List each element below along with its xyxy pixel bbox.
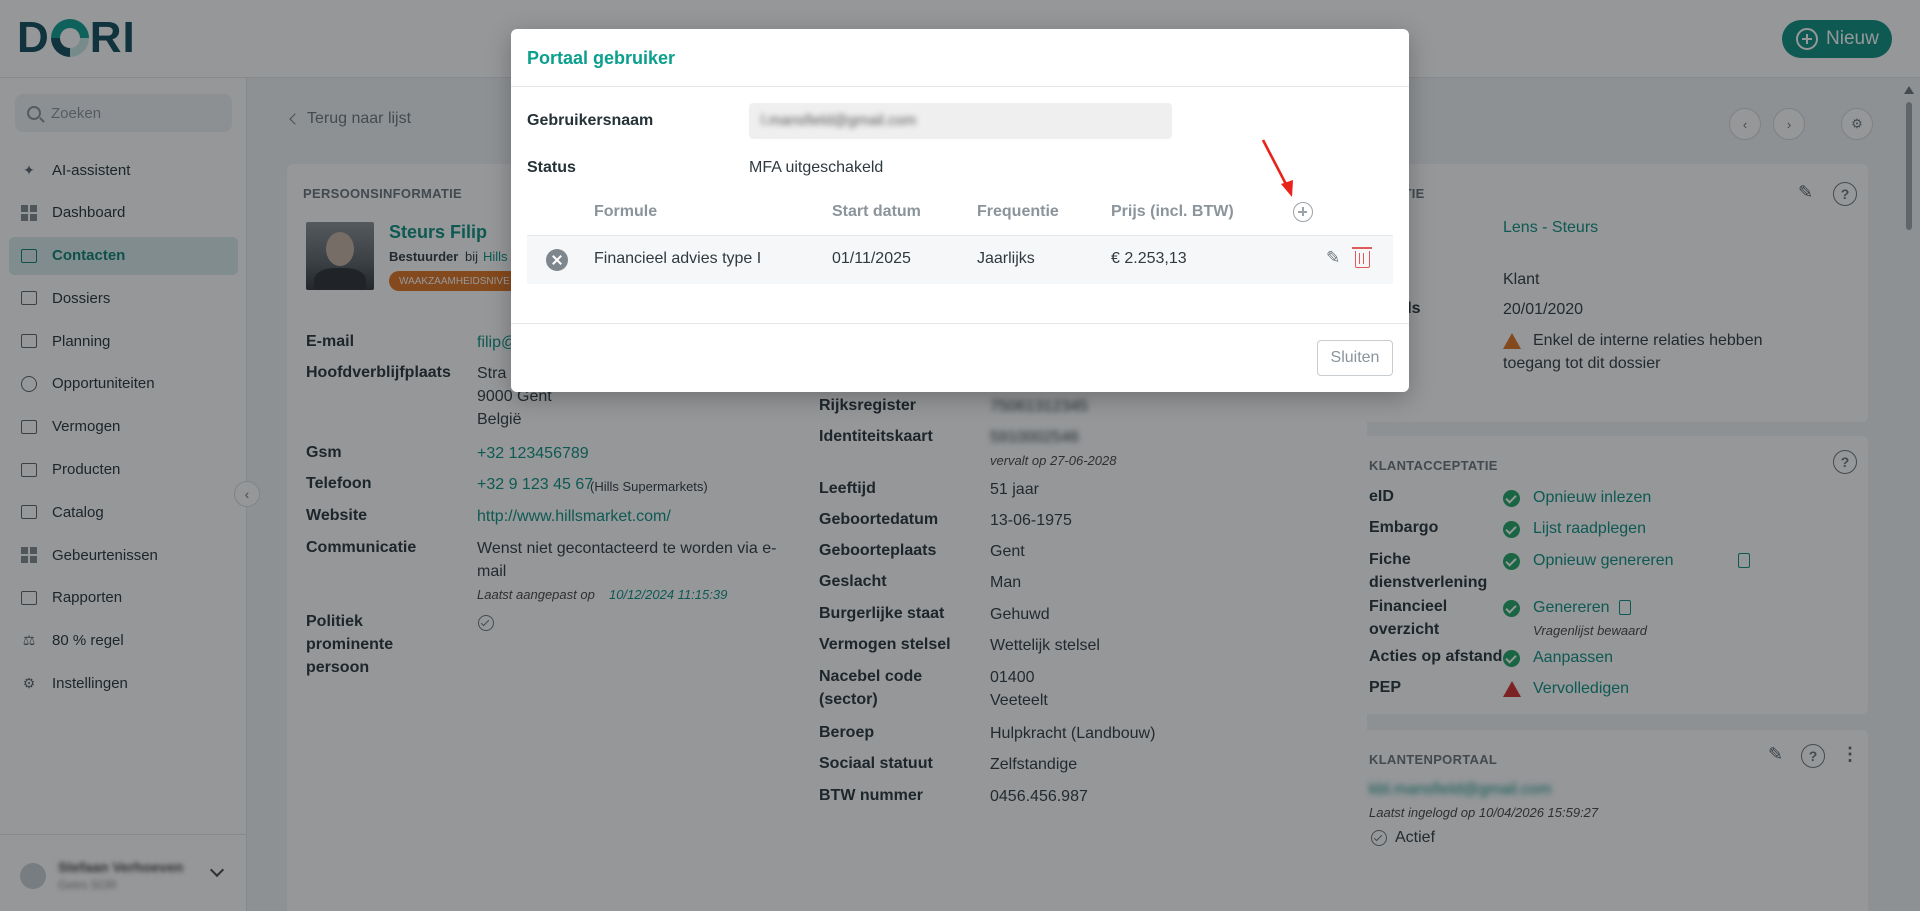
row-frequency: Jaarlijks bbox=[977, 250, 1035, 267]
add-formula-icon[interactable] bbox=[1293, 202, 1313, 222]
username-field[interactable]: l.mansfield@gmail.com bbox=[749, 103, 1172, 139]
row-formula: Financieel advies type I bbox=[594, 250, 762, 267]
modal-title: Portaal gebruiker bbox=[527, 48, 676, 68]
row-price: € 2.253,13 bbox=[1111, 250, 1187, 267]
annotation-arrow-icon bbox=[1261, 139, 1293, 197]
modal-footer-divider bbox=[511, 323, 1409, 324]
remove-row-icon[interactable] bbox=[546, 249, 568, 271]
username-value: l.mansfield@gmail.com bbox=[761, 112, 917, 129]
edit-pencil-icon[interactable]: ✎ bbox=[1326, 248, 1340, 268]
column-header-frequency: Frequentie bbox=[977, 203, 1059, 220]
column-header-formula: Formule bbox=[594, 203, 658, 220]
row-start-date: 01/11/2025 bbox=[832, 250, 911, 267]
column-header-price: Prijs (incl. BTW) bbox=[1111, 203, 1234, 220]
status-label: Status bbox=[527, 159, 576, 176]
status-value: MFA uitgeschakeld bbox=[749, 159, 884, 176]
username-label: Gebruikersnaam bbox=[527, 112, 654, 129]
close-button[interactable]: Sluiten bbox=[1317, 340, 1393, 376]
portal-user-modal: Portaal gebruiker Gebruikersnaam l.mansf… bbox=[511, 29, 1409, 392]
column-header-start-date: Start datum bbox=[832, 203, 921, 220]
modal-header: Portaal gebruiker bbox=[511, 29, 1409, 87]
trash-icon[interactable] bbox=[1352, 247, 1372, 268]
